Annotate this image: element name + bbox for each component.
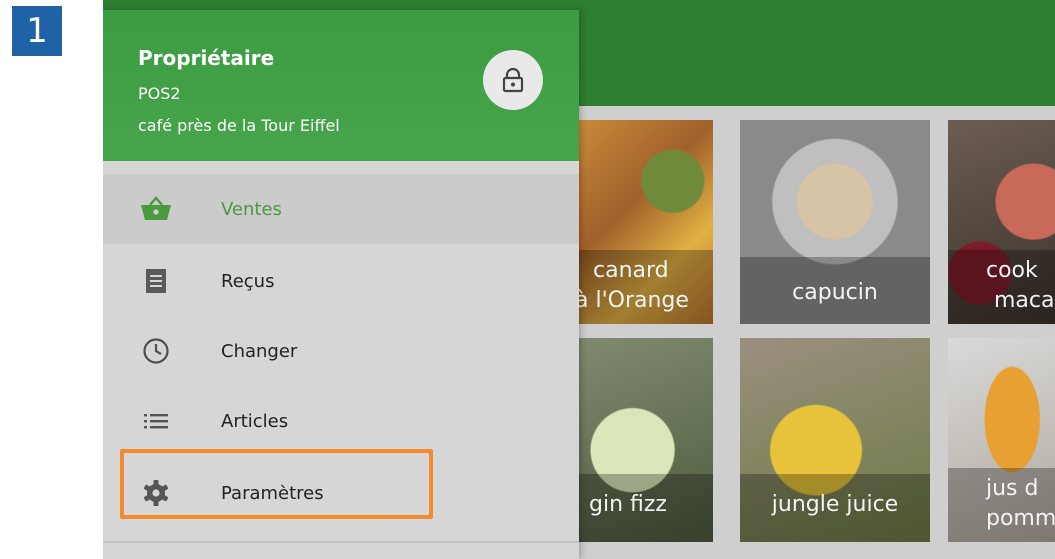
menu-item-changer[interactable]: Changer	[103, 316, 579, 386]
user-role: Propriétaire	[138, 46, 275, 70]
receipt-icon	[136, 261, 176, 301]
list-icon	[136, 401, 176, 441]
product-name-line: jus d	[986, 476, 1039, 501]
product-tile[interactable]: capucin	[740, 120, 930, 324]
drawer-divider	[103, 541, 579, 543]
product-name-line: canard	[593, 258, 669, 283]
menu-item-articles[interactable]: Articles	[103, 386, 579, 456]
settings-highlight-box	[120, 449, 433, 519]
product-name: gin fizz	[579, 474, 713, 542]
product-name-line: à l'Orange	[579, 288, 689, 313]
clock-icon	[136, 331, 176, 371]
product-tile[interactable]: cook macar	[948, 120, 1055, 324]
product-name-line: cook	[986, 258, 1038, 283]
product-name: jungle juice	[740, 474, 930, 542]
product-name-line: pomm	[986, 506, 1055, 531]
menu-item-label: Articles	[221, 410, 289, 432]
drawer-header: Propriétaire POS2 café près de la Tour E…	[103, 10, 579, 161]
product-tile[interactable]: canard à l'Orange	[579, 120, 713, 324]
product-tile[interactable]: gin fizz	[579, 338, 713, 542]
menu-item-label: Changer	[221, 340, 298, 362]
product-name: jus d pomm	[948, 468, 1055, 542]
lock-icon	[502, 67, 524, 93]
lock-button[interactable]	[483, 50, 543, 110]
product-name-line: gin fizz	[589, 492, 667, 517]
device-screen: canard à l'Orange capucin cook macar gin…	[103, 0, 1055, 559]
step-number-badge: 1	[12, 6, 62, 56]
menu-item-recus[interactable]: Reçus	[103, 246, 579, 316]
menu-item-label: Ventes	[221, 198, 282, 220]
product-name: cook macar	[948, 250, 1055, 324]
product-name: capucin	[740, 257, 930, 324]
menu-item-label: Reçus	[221, 270, 275, 292]
product-name-line: capucin	[792, 280, 878, 305]
product-name-line: jungle juice	[771, 492, 899, 517]
product-name-line: macar	[994, 288, 1055, 313]
menu-item-ventes[interactable]: Ventes	[103, 174, 579, 244]
product-tile[interactable]: jus d pomm	[948, 338, 1055, 542]
product-tile[interactable]: jungle juice	[740, 338, 930, 542]
basket-icon	[136, 189, 176, 229]
device-name: POS2	[138, 84, 181, 103]
product-name: canard à l'Orange	[579, 250, 713, 324]
store-name: café près de la Tour Eiffel	[138, 116, 340, 135]
